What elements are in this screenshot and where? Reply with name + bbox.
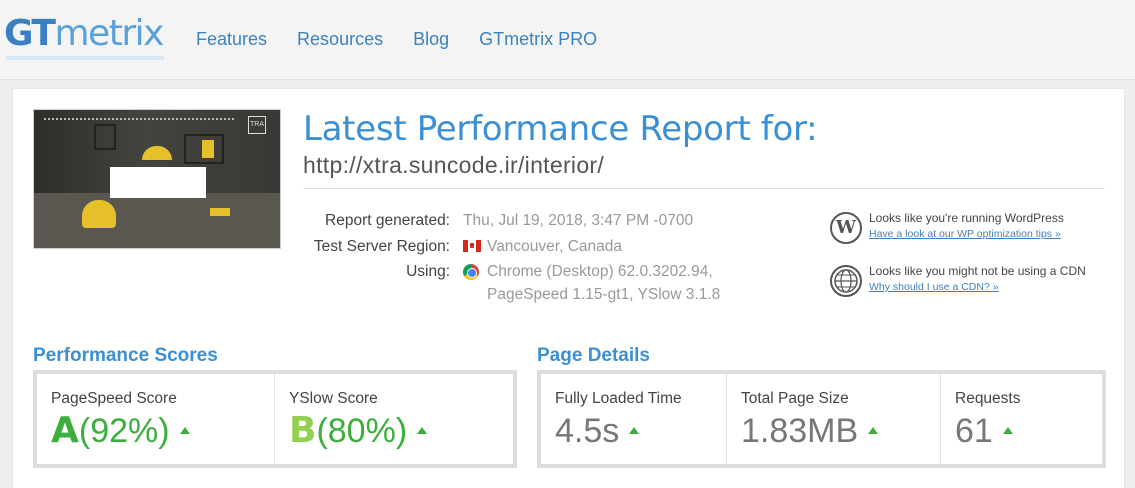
wordpress-icon: W	[830, 212, 862, 244]
nav-blog[interactable]: Blog	[413, 28, 449, 50]
using-value-line2: PageSpeed 1.15-gt1, YSlow 3.1.8	[487, 286, 721, 303]
logo-metrix: metrix	[54, 13, 164, 54]
globe-icon	[830, 265, 862, 297]
page-details-title: Page Details	[537, 345, 650, 366]
fully-loaded-label: Fully Loaded Time	[555, 390, 682, 407]
up-arrow-icon	[1002, 427, 1013, 434]
page-size-label: Total Page Size	[741, 390, 849, 407]
region-label: Test Server Region:	[313, 238, 450, 255]
logo-underline	[6, 56, 164, 60]
up-arrow-icon	[629, 427, 640, 434]
page-details-box: Fully Loaded Time 4.5s Total Page Size 1…	[537, 370, 1106, 468]
fully-loaded-cell[interactable]: Fully Loaded Time 4.5s	[541, 374, 727, 464]
yslow-grade: B	[289, 410, 317, 451]
yslow-value: B(80%)	[289, 408, 428, 454]
pagespeed-grade: A	[51, 410, 79, 451]
using-label: Using:	[406, 263, 450, 280]
region-value: Vancouver, Canada	[487, 238, 623, 255]
report-url[interactable]: http://xtra.suncode.ir/interior/	[303, 150, 604, 180]
yslow-score-cell[interactable]: YSlow Score B(80%)	[275, 374, 513, 464]
wordpress-notice: W Looks like you're running WordPress Ha…	[830, 210, 1090, 246]
fully-loaded-value: 4.5s	[555, 408, 640, 454]
top-navigation-bar: GTmetrix Features Resources Blog GTmetri…	[0, 0, 1135, 80]
thumbnail-redacted-box	[110, 167, 206, 198]
pagespeed-percent: (92%)	[78, 412, 170, 450]
canada-flag-icon	[463, 240, 481, 252]
page-size-cell[interactable]: Total Page Size 1.83MB	[727, 374, 941, 464]
nav-gtmetrix-pro[interactable]: GTmetrix PRO	[479, 28, 597, 50]
page-size-value: 1.83MB	[741, 408, 879, 454]
gtmetrix-logo[interactable]: GTmetrix	[4, 12, 164, 56]
requests-cell[interactable]: Requests 61	[941, 374, 1102, 464]
using-value-line1: Chrome (Desktop) 62.0.3202.94,	[487, 263, 713, 280]
nav-resources[interactable]: Resources	[297, 28, 383, 50]
yslow-label: YSlow Score	[289, 390, 378, 407]
cdn-notice: Looks like you might not be using a CDN …	[830, 263, 1100, 299]
requests-label: Requests	[955, 390, 1021, 407]
cdn-notice-text: Looks like you might not be using a CDN	[869, 264, 1086, 278]
requests-number: 61	[955, 412, 993, 450]
main-nav: Features Resources Blog GTmetrix PRO	[196, 28, 597, 50]
nav-features[interactable]: Features	[196, 28, 267, 50]
performance-scores-title: Performance Scores	[33, 345, 218, 366]
pagespeed-score-cell[interactable]: PageSpeed Score A(92%)	[37, 374, 275, 464]
why-use-cdn-link[interactable]: Why should I use a CDN? »	[869, 279, 999, 295]
wp-optimization-tips-link[interactable]: Have a look at our WP optimization tips …	[869, 226, 1061, 242]
generated-value: Thu, Jul 19, 2018, 3:47 PM -0700	[463, 212, 694, 229]
up-arrow-icon	[417, 427, 428, 434]
report-title: Latest Performance Report for:	[303, 109, 818, 149]
up-arrow-icon	[179, 427, 190, 434]
thumbnail-navline	[44, 118, 234, 121]
fully-loaded-number: 4.5s	[555, 412, 620, 450]
thumbnail-yellow-art	[202, 140, 214, 158]
requests-value: 61	[955, 408, 1013, 454]
divider	[303, 188, 1105, 189]
globe-icon-svg	[834, 269, 858, 293]
thumbnail-frame	[94, 124, 116, 150]
logo-gt: GT	[4, 13, 56, 54]
pagespeed-label: PageSpeed Score	[51, 390, 177, 407]
chrome-icon	[463, 264, 479, 280]
generated-label: Report generated:	[325, 212, 450, 229]
yslow-percent: (80%)	[316, 412, 408, 450]
performance-scores-box: PageSpeed Score A(92%) YSlow Score B(80%…	[33, 370, 517, 468]
up-arrow-icon	[868, 427, 879, 434]
pagespeed-value: A(92%)	[51, 408, 190, 454]
page-size-number: 1.83MB	[741, 412, 859, 450]
wordpress-notice-text: Looks like you're running WordPress	[869, 211, 1064, 225]
thumbnail-badge: TRA	[248, 116, 266, 134]
